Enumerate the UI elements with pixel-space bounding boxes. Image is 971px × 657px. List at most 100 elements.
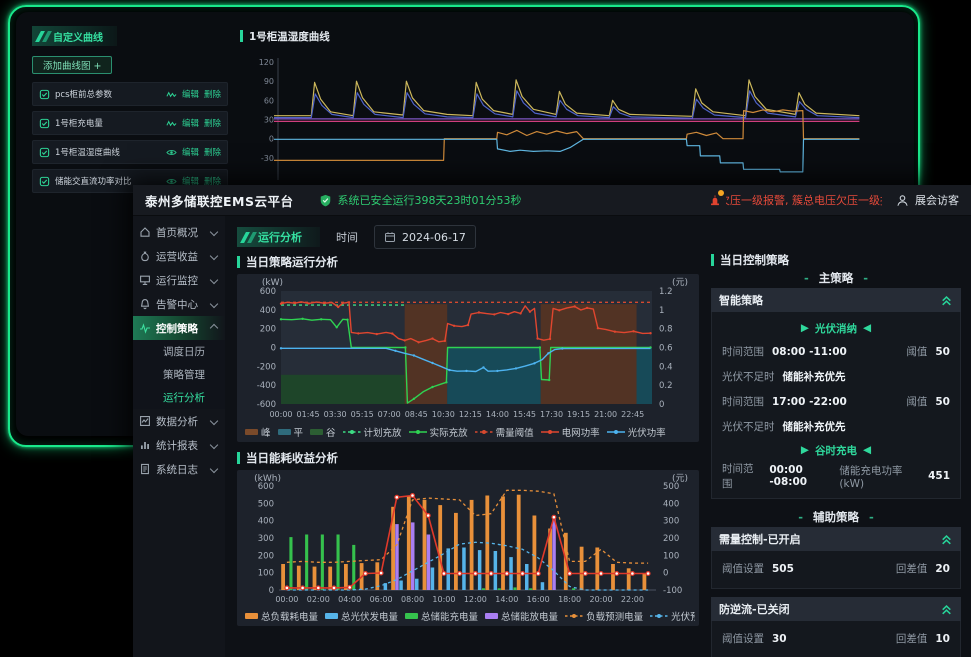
section-marker	[237, 256, 240, 268]
strategy-kv-row: 光伏不足时储能补充优先	[722, 414, 950, 439]
legend-item[interactable]: 负载预测电量	[565, 609, 643, 623]
collapse-double-chevron-icon[interactable]	[940, 533, 953, 546]
curve-list-item[interactable]: pcs柜前总参数 编辑删除	[32, 82, 228, 106]
time-label: 时间	[336, 229, 358, 245]
legend-item[interactable]: 谷	[310, 425, 336, 439]
sidebar-subitem[interactable]: 策略管理	[133, 363, 225, 386]
legend-label: 负载预测电量	[586, 609, 643, 623]
sidebar-item[interactable]: 控制策略	[133, 316, 225, 340]
user-area[interactable]: 展会访客	[896, 192, 959, 208]
axis-label: 01:45	[297, 410, 320, 419]
chevron-down-icon	[210, 417, 218, 425]
curve-label: 1号柜温湿度曲线	[55, 146, 161, 158]
collapse-double-chevron-icon[interactable]	[940, 603, 953, 616]
energy-chart-svg: (kWh)(元)60050040030020010005004003002001…	[241, 472, 690, 606]
wave-icon[interactable]	[166, 89, 177, 100]
aux-strategy-card: 需量控制-已开启阈值设置505回差值20	[711, 527, 961, 589]
delete-link[interactable]: 删除	[204, 146, 221, 158]
chevron-down-icon	[210, 276, 218, 284]
delete-link[interactable]: 删除	[204, 88, 221, 100]
axis-label: 00:00	[275, 595, 298, 604]
date-picker[interactable]: 2024-06-17	[374, 225, 476, 249]
legend-swatch	[278, 428, 291, 436]
edit-link[interactable]: 编辑	[182, 146, 199, 158]
toolbar: 运行分析 时间 2024-06-17	[237, 222, 961, 252]
sidebar-item-label: 数据分析	[156, 414, 206, 429]
sidebar-item[interactable]: 系统日志	[133, 457, 225, 481]
axis-label: -30	[261, 154, 274, 163]
legend-label: 平	[294, 425, 304, 439]
tab-run-analysis[interactable]: 运行分析	[237, 227, 320, 247]
axis-label: 0.6	[659, 344, 673, 354]
delete-link[interactable]: 删除	[204, 117, 221, 129]
axis-label: 12:00	[464, 595, 487, 604]
sidebar-item[interactable]: 运行监控	[133, 268, 225, 292]
smart-strategy-header[interactable]: 智能策略	[711, 288, 961, 312]
sidebar-item[interactable]: 运营收益	[133, 244, 225, 268]
sidebar-subitem[interactable]: 运行分析	[133, 386, 225, 409]
wave-icon[interactable]	[166, 118, 177, 129]
chevron-down-icon	[210, 228, 218, 236]
divider-dash: -	[804, 271, 809, 285]
legend-item[interactable]: 光伏功率	[607, 425, 666, 439]
chevron-up-icon	[210, 324, 218, 332]
sidebar-item[interactable]: 首页概况	[133, 220, 225, 244]
curve-label: pcs柜前总参数	[55, 88, 161, 100]
axis-label: 0	[269, 135, 274, 144]
curve-list-item[interactable]: 1号柜温湿度曲线 编辑删除	[32, 140, 228, 164]
axis-label: 06:00	[370, 595, 393, 604]
eye-icon[interactable]	[166, 147, 177, 158]
curve-list-item[interactable]: 1号柜充电量编辑删除	[32, 111, 228, 135]
kv-pair: 时间范围08:00 -11:00	[722, 344, 847, 359]
sidebar-item[interactable]: 告警中心	[133, 292, 225, 316]
axis-label: -100	[663, 586, 682, 596]
aux-card-header[interactable]: 需量控制-已开启	[711, 527, 961, 551]
strategy-chart-svg: (kW)(元)6004002000-200-400-6001.210.80.60…	[241, 276, 690, 422]
report-icon	[139, 439, 151, 451]
user-name: 展会访客	[915, 192, 959, 208]
monitor-icon	[139, 274, 151, 286]
main-strategy-label: 主策略	[819, 270, 854, 286]
legend-item[interactable]: 光伏预	[650, 609, 695, 623]
alarm-siren-icon[interactable]	[708, 193, 722, 207]
strategy-kv-row: 阈值设置505回差值20	[722, 556, 950, 581]
legend-item[interactable]: 实际充放	[409, 425, 468, 439]
edit-link[interactable]: 编辑	[182, 88, 199, 100]
axis-label: 500	[258, 499, 274, 509]
tab-custom-curves[interactable]: 自定义曲线	[32, 26, 117, 46]
alarm-marquee: 欠压一级报警, 簇总电压欠压一级报警, 簇SO	[726, 192, 882, 208]
kv-value: 08:00 -11:00	[772, 346, 847, 358]
sidebar-item[interactable]: 统计报表	[133, 433, 225, 457]
strategy-section-name: 光伏消纳	[815, 321, 857, 336]
axis-label: -600	[257, 400, 276, 410]
sidebar-subitem[interactable]: 调度日历	[133, 340, 225, 363]
axis-label: 08:45	[405, 410, 428, 419]
sidebar-item-label: 运行监控	[156, 273, 206, 288]
divider-dash: -	[798, 510, 803, 524]
collapse-double-chevron-icon[interactable]	[940, 294, 953, 307]
legend-item[interactable]: 总光伏发电量	[325, 609, 398, 623]
sidebar-item[interactable]: 数据分析	[133, 409, 225, 433]
edit-link[interactable]: 编辑	[182, 117, 199, 129]
add-curve-button[interactable]: 添加曲线图 +	[32, 56, 112, 74]
kv-pair: 储能充电功率(kW)451	[839, 463, 950, 490]
legend-item[interactable]: 总储能充电量	[405, 609, 478, 623]
legend-item[interactable]: 总储能放电量	[485, 609, 558, 623]
axis-label: 21:00	[594, 410, 617, 419]
legend-item[interactable]: 峰	[245, 425, 271, 439]
log-icon	[139, 463, 151, 475]
date-value: 2024-06-17	[402, 231, 466, 244]
legend-label: 峰	[261, 425, 271, 439]
legend-item[interactable]: 总负载耗电量	[245, 609, 318, 623]
axis-label: 0	[659, 400, 664, 410]
legend-item[interactable]: 平	[278, 425, 304, 439]
aux-card-header[interactable]: 防逆流-已关闭	[711, 597, 961, 621]
legend-item[interactable]: 电网功率	[541, 425, 600, 439]
section-marker	[237, 452, 240, 464]
legend-item[interactable]: 需量阈值	[475, 425, 534, 439]
custom-curve-panel: 自定义曲线 添加曲线图 + pcs柜前总参数编辑删除1号柜充电量编辑删除1号柜温…	[32, 26, 232, 193]
alarm-area[interactable]: 欠压一级报警, 簇总电压欠压一级报警, 簇SO	[708, 192, 882, 208]
legend-item[interactable]: 计划充放	[343, 425, 402, 439]
aux-strategy-cards: 需量控制-已开启阈值设置505回差值20防逆流-已关闭阈值设置30回差值10	[711, 527, 961, 657]
axis-label: 30	[264, 116, 274, 125]
